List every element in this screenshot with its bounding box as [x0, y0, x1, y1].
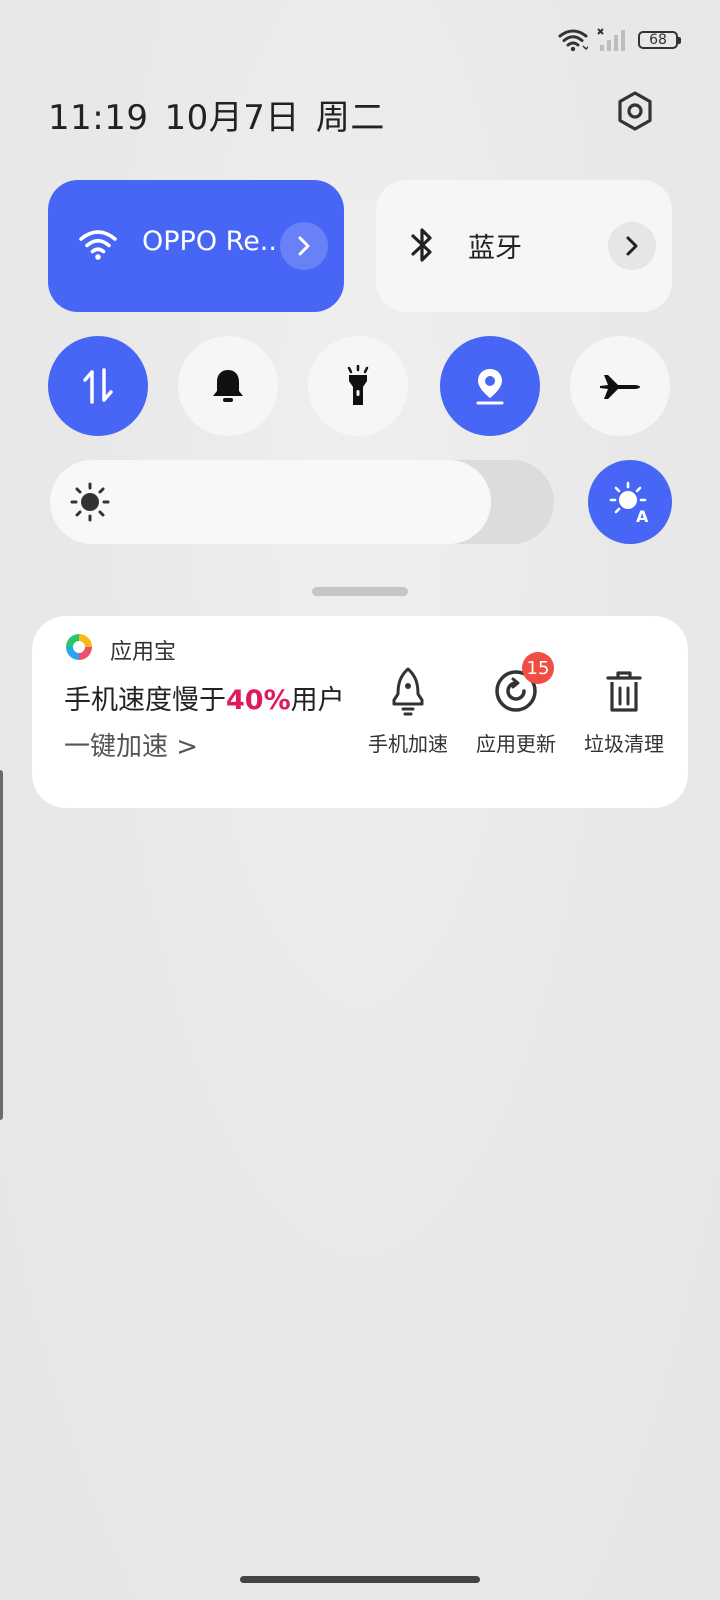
rocket-icon	[384, 666, 432, 716]
phone-speedup-button[interactable]: 手机加速	[358, 666, 458, 757]
app-logo	[64, 632, 94, 666]
action-label: 垃圾清理	[584, 732, 664, 756]
settings-button[interactable]	[612, 88, 658, 134]
chevron-right-icon	[626, 236, 638, 256]
action-label: 手机加速	[368, 732, 448, 756]
promo-suffix: 用户	[290, 685, 345, 716]
location-icon	[476, 369, 504, 405]
mobile-data-toggle[interactable]	[48, 336, 148, 436]
auto-brightness-icon: A	[609, 481, 649, 524]
one-tap-speedup-link[interactable]: 一键加速 >	[64, 726, 198, 763]
flashlight-icon	[347, 365, 369, 405]
location-toggle[interactable]	[440, 336, 540, 436]
promo-prefix: 手机速度慢于	[64, 685, 226, 716]
battery-icon: 68	[638, 31, 681, 49]
flashlight-toggle[interactable]	[308, 336, 408, 436]
trash-icon	[600, 666, 648, 716]
wifi-network-name: OPPO Re..	[142, 226, 277, 257]
junk-cleanup-button[interactable]: 垃圾清理	[574, 666, 674, 757]
notification-card[interactable]: 应用宝 手机速度慢于40%用户 一键加速 > 手机加速 15 应用更新 垃圾清理	[32, 616, 688, 808]
bluetooth-details-button[interactable]	[608, 222, 656, 270]
status-bar: 68	[558, 22, 681, 58]
mobile-data-icon	[83, 368, 113, 404]
airplane-icon	[600, 375, 640, 399]
promo-message: 手机速度慢于40%用户	[64, 678, 345, 717]
date-time[interactable]: 11:19 10月7日 周二	[48, 90, 401, 139]
airplane-mode-toggle[interactable]	[570, 336, 670, 436]
settings-icon	[618, 91, 652, 131]
panel-drag-handle[interactable]	[312, 587, 408, 596]
date: 10月7日	[164, 98, 300, 138]
bluetooth-icon	[406, 226, 438, 268]
app-update-button[interactable]: 15 应用更新	[466, 652, 566, 757]
battery-level: 68	[649, 32, 667, 48]
update-icon: 15	[492, 652, 554, 716]
wifi-icon	[558, 28, 588, 52]
update-count-badge: 15	[522, 652, 554, 684]
svg-text:A: A	[636, 507, 649, 524]
wifi-tile[interactable]: OPPO Re..	[48, 180, 344, 312]
action-label: 应用更新	[476, 732, 556, 756]
bell-icon	[213, 370, 243, 402]
auto-brightness-button[interactable]: A	[588, 460, 672, 544]
promo-highlight: 40%	[226, 685, 291, 716]
brightness-fill[interactable]	[50, 460, 491, 544]
wifi-icon	[78, 226, 118, 266]
wifi-details-button[interactable]	[280, 222, 328, 270]
app-name: 应用宝	[110, 640, 177, 665]
clock: 11:19	[48, 98, 149, 138]
bluetooth-label: 蓝牙	[468, 233, 522, 264]
sound-toggle[interactable]	[178, 336, 278, 436]
home-indicator[interactable]	[240, 1576, 480, 1583]
chevron-right-icon	[298, 236, 310, 256]
bluetooth-tile[interactable]: 蓝牙	[376, 180, 672, 312]
cellular-signal-icon	[596, 27, 630, 53]
brightness-slider[interactable]	[50, 460, 554, 544]
edge-panel-handle[interactable]	[0, 770, 3, 1120]
sun-icon	[70, 482, 110, 526]
weekday: 周二	[315, 98, 385, 138]
